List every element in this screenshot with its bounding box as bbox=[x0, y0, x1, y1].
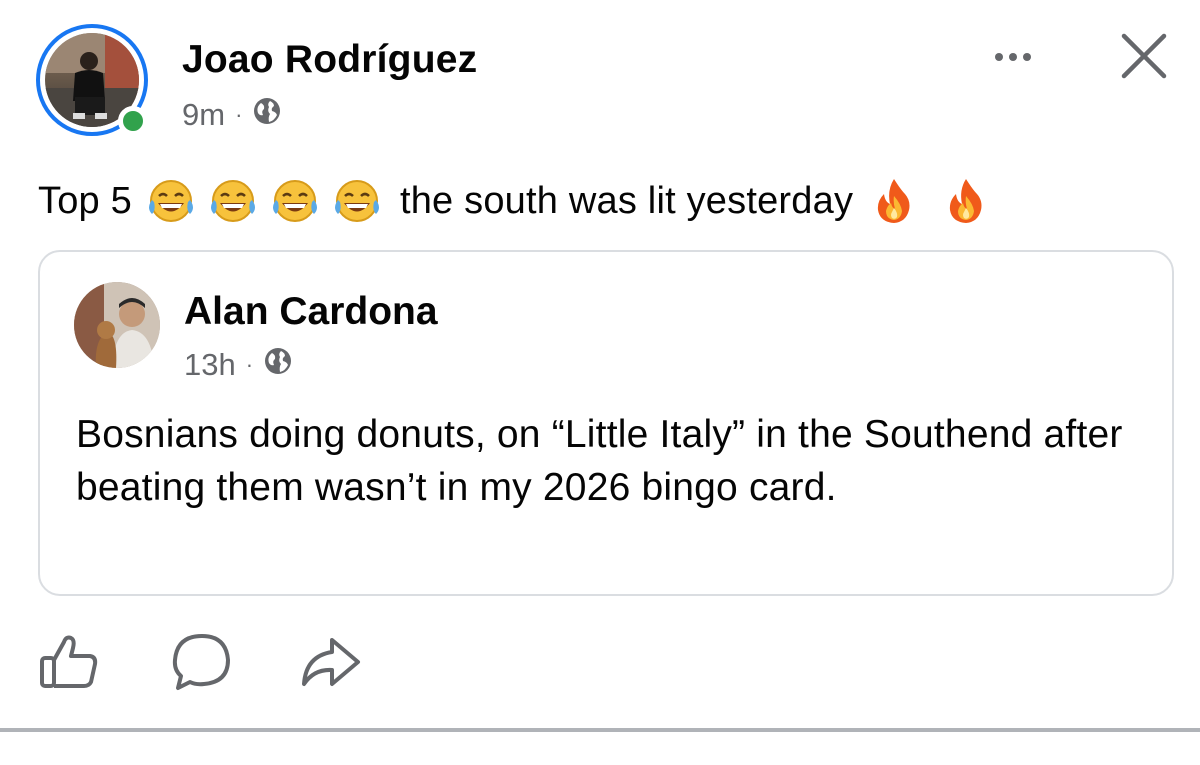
post-time[interactable]: 9m bbox=[182, 97, 225, 133]
close-icon bbox=[1121, 33, 1167, 79]
author-avatar[interactable] bbox=[36, 24, 156, 144]
post-text-start: Top 5 bbox=[38, 179, 132, 222]
laughing-emoji-icon bbox=[268, 176, 322, 226]
shared-post-text: Bosnians doing donuts, on “Little Italy”… bbox=[76, 413, 1123, 509]
like-button[interactable] bbox=[36, 628, 104, 696]
post-card: Joao Rodríguez 9m · Top 5 the south was … bbox=[0, 0, 1200, 765]
comment-icon bbox=[172, 634, 230, 690]
post-text: Top 5 the south was lit yesterday bbox=[38, 176, 1005, 226]
laughing-emoji-icon bbox=[330, 176, 384, 226]
fire-emoji-icon bbox=[943, 176, 997, 226]
globe-icon bbox=[252, 96, 282, 134]
post-text-end: the south was lit yesterday bbox=[399, 179, 854, 222]
divider bbox=[0, 728, 1200, 732]
close-button[interactable] bbox=[1118, 30, 1170, 82]
meta-separator: · bbox=[235, 102, 243, 127]
comment-button[interactable] bbox=[168, 628, 236, 696]
shared-author-avatar[interactable] bbox=[74, 282, 160, 368]
share-button[interactable] bbox=[296, 628, 364, 696]
shared-post-time[interactable]: 13h bbox=[184, 347, 236, 383]
post-meta: 9m · bbox=[182, 96, 282, 134]
author-name[interactable]: Joao Rodríguez bbox=[182, 38, 477, 82]
shared-post-card[interactable]: Alan Cardona 13h · Bosnians doing donuts… bbox=[38, 250, 1174, 596]
shared-author-name[interactable]: Alan Cardona bbox=[184, 290, 438, 334]
more-dot bbox=[1009, 53, 1017, 61]
shared-post-meta: 13h · bbox=[184, 346, 293, 384]
laughing-emoji-icon bbox=[144, 176, 198, 226]
fire-emoji-icon bbox=[871, 176, 925, 226]
more-dot bbox=[995, 53, 1003, 61]
more-options-button[interactable] bbox=[985, 40, 1041, 74]
globe-icon bbox=[263, 346, 293, 384]
share-icon bbox=[302, 638, 360, 686]
more-dot bbox=[1023, 53, 1031, 61]
thumbs-up-icon bbox=[40, 635, 98, 688]
meta-separator: · bbox=[245, 352, 254, 377]
laughing-emoji-icon bbox=[206, 176, 260, 226]
online-status-dot bbox=[118, 106, 148, 136]
